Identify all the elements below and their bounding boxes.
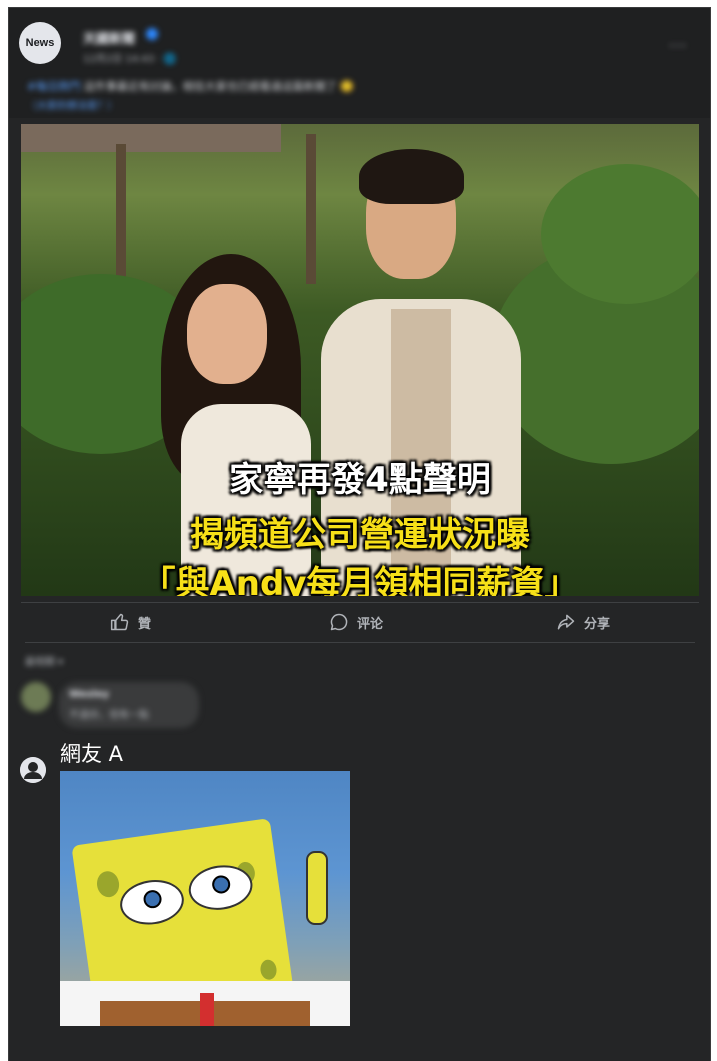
share-button[interactable]: 分享: [556, 612, 610, 632]
background-roof: [21, 124, 281, 152]
bush: [541, 164, 699, 304]
action-divider-bottom: [25, 642, 695, 643]
post-caption: #每日熱門 這件事最近有討論，相信大家也已經看過這篇新聞了 🙂: [27, 78, 354, 94]
spongebob-tie: [200, 993, 214, 1026]
comment-button[interactable]: 评论: [329, 612, 383, 632]
share-arrow-icon: [557, 614, 575, 630]
raised-finger: [306, 851, 328, 925]
thumbs-up-icon: [110, 613, 129, 631]
post-card: News 天國新聞 12月2日 14:43 · 🌐 ··· #每日熱門 這件事最…: [9, 8, 710, 1061]
commenter-name[interactable]: 網友 A: [60, 738, 123, 768]
comment-sort-dropdown[interactable]: 最相關 ▾: [25, 653, 63, 668]
verified-badge-icon: [146, 28, 158, 40]
page-name[interactable]: 天國新聞: [83, 28, 135, 47]
share-label: 分享: [584, 616, 611, 632]
post-image[interactable]: 家寧再發4點聲明 揭頻道公司營運狀況曝 「與Andy每月領相同薪資」: [21, 124, 699, 596]
page-avatar[interactable]: News: [19, 22, 61, 64]
action-divider-top: [21, 602, 699, 603]
meme-image[interactable]: [60, 771, 350, 1026]
left-eye: [117, 876, 187, 929]
post-meta[interactable]: 12月2日 14:43 · 🌐: [83, 50, 176, 65]
headline-line-3: 「與Andy每月領相同薪資」: [141, 564, 579, 596]
post-header: News 天國新聞 12月2日 14:43 · 🌐 ··· #每日熱門 這件事最…: [9, 8, 710, 118]
comment-text: 不過份，但有一點: [69, 710, 149, 721]
comment-bubble-icon: [330, 613, 348, 631]
more-options-icon[interactable]: ···: [669, 36, 687, 55]
user-avatar-icon[interactable]: [20, 757, 46, 783]
commenter-avatar[interactable]: [21, 682, 51, 712]
caption-link[interactable]: （大家的想法是？）: [27, 97, 117, 112]
caption-hashtag[interactable]: #每日熱門: [27, 80, 80, 93]
headline-line-2: 揭頻道公司營運狀況曝: [190, 515, 530, 555]
headline-line-1: 家寧再發4點聲明: [229, 460, 491, 500]
comment-label: 评论: [357, 616, 384, 632]
commenter-name[interactable]: Wesley: [69, 689, 109, 700]
like-label: 贊: [138, 616, 152, 632]
person-silhouette-icon: [20, 757, 46, 783]
caption-text: 這件事最近有討論，相信大家也已經看過這篇新聞了 🙂: [83, 80, 354, 93]
like-button[interactable]: 贊: [110, 612, 151, 632]
